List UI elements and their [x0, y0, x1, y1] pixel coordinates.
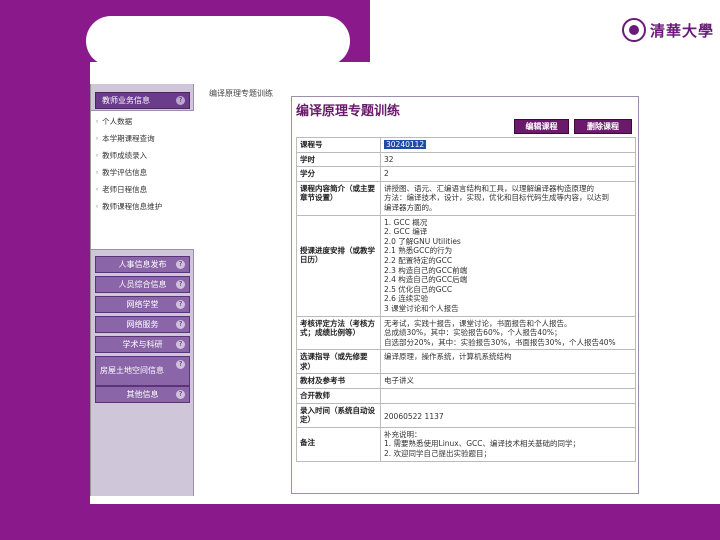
- table-row: 教材及参考书 电子讲义: [296, 373, 636, 390]
- sidebar-section-hr-news[interactable]: 人事信息发布?: [95, 256, 190, 273]
- submenu-item-teaching-evaluation[interactable]: ◦ 教学评估信息: [95, 167, 147, 178]
- help-icon[interactable]: ?: [176, 260, 185, 269]
- page-title: 编译原理专题训练: [296, 104, 401, 119]
- schedule-line: 2.4 构造自己的GCC后端: [384, 275, 468, 285]
- row-label-textbook: 教材及参考书: [296, 373, 381, 390]
- submenu-item-personal-data[interactable]: ◦ 个人数据: [95, 116, 132, 127]
- slide-left-stripe: [0, 62, 90, 504]
- hours-value: 32: [380, 151, 636, 168]
- schedule-line: 3 课堂讨论和个人报告: [384, 303, 459, 313]
- logo-text: 清華大學: [650, 21, 715, 40]
- edit-course-button[interactable]: 编辑课程: [514, 119, 569, 134]
- schedule-line: 2.0 了解GNU Utilities: [384, 236, 461, 246]
- row-label-guidance: 选课指导（或先修要求）: [296, 349, 381, 375]
- row-label-schedule: 授课进度安排（或教学日历）: [296, 214, 381, 317]
- credits-value: 2: [380, 166, 636, 182]
- course-info-table: 课程号 30240112 学时 32 学分 2 课程内容简介（或主要章节设置） …: [296, 137, 636, 462]
- schedule-line: 2.6 连续实验: [384, 294, 429, 304]
- assessment-line: 无考试，实践十报告，课堂讨论，书面报告和个人报告。: [384, 318, 572, 328]
- help-icon[interactable]: ?: [176, 390, 185, 399]
- sidebar-section-staff-info[interactable]: 人员综合信息?: [95, 276, 190, 293]
- guidance-value: 编译原理，操作系统，计算机系统结构: [380, 349, 636, 375]
- table-row: 课程内容简介（或主要章节设置） 讲授图、语元、汇编语言结构和工具，以理解编译器构…: [296, 180, 636, 216]
- sidebar-section-network-service[interactable]: 网络服务?: [95, 316, 190, 333]
- intro-line: 编译器方面的。: [384, 202, 437, 212]
- bullet-icon: ◦: [95, 203, 100, 211]
- table-row: 考核评定方法（考核方式；成绩比例等） 无考试，实践十报告，课堂讨论，书面报告和个…: [296, 315, 636, 351]
- textbook-value: 电子讲义: [380, 373, 636, 390]
- help-icon[interactable]: ?: [176, 340, 185, 349]
- sidebar-section-academic-research[interactable]: 学术与科研?: [95, 336, 190, 353]
- row-label-notes: 备注: [296, 426, 381, 462]
- row-label-offered: 合开教师: [296, 388, 381, 404]
- delete-course-button[interactable]: 删除课程: [574, 119, 632, 134]
- row-label-code: 课程号: [296, 137, 381, 153]
- course-detail-panel: 编译原理专题训练 编辑课程 删除课程 课程号 30240112 学时 32 学分…: [291, 96, 639, 494]
- table-row: 学分 2: [296, 166, 636, 182]
- row-label-assessment: 考核评定方法（考核方式；成绩比例等）: [296, 315, 381, 351]
- table-row: 学时 32: [296, 151, 636, 168]
- submenu-item-grade-entry[interactable]: ◦ 教师成绩录入: [95, 150, 147, 161]
- help-icon[interactable]: ?: [176, 320, 185, 329]
- table-row: 录入时间（系统自动设定） 20060522 1137: [296, 402, 636, 428]
- offered-value: [380, 388, 636, 404]
- table-row: 课程号 30240112: [296, 137, 636, 153]
- seal-icon: [622, 18, 646, 42]
- row-label-hours: 学时: [296, 151, 381, 168]
- bullet-icon: ◦: [95, 135, 100, 143]
- table-row: 备注 补充说明： 1. 需要熟悉使用Linux、GCC、编译技术相关基础的同学；…: [296, 426, 636, 462]
- schedule-line: 2.1 熟悉GCC的行为: [384, 246, 453, 256]
- sidebar-header-teacher-business[interactable]: 教师业务信息 ?: [95, 92, 190, 109]
- row-label-credits: 学分: [296, 166, 381, 182]
- sidebar-section-building-space[interactable]: 房屋土地空间信息?: [95, 356, 190, 386]
- assessment-line: 总成绩30%，其中：实验报告60%，个人报告40%；: [384, 328, 562, 338]
- sidebar-header-label: 教师业务信息: [102, 96, 150, 105]
- sidebar: 教师业务信息 ? ◦ 个人数据 ◦ 本学期课程查询 ◦ 教师成绩录入 ◦ 教学评估信息 …: [91, 84, 194, 496]
- entry-time-value: 20060522 1137: [380, 402, 636, 428]
- submenu-item-course-query[interactable]: ◦ 本学期课程查询: [95, 133, 155, 144]
- intro-line: 方法：编译技术，设计，实现，优化和目标代码生成等内容，以达到: [384, 193, 609, 203]
- course-code-highlight: 30240112: [384, 140, 427, 149]
- assessment-line: 自选部分20%，其中：实验报告30%，书面报告30%，个人报告40%: [384, 337, 616, 347]
- sidebar-submenu: ◦ 个人数据 ◦ 本学期课程查询 ◦ 教师成绩录入 ◦ 教学评估信息 ◦ 老师日程信息 ◦…: [91, 110, 194, 250]
- schedule-line: 2.2 配置特定的GCC: [384, 255, 453, 265]
- bullet-icon: ◦: [95, 118, 100, 126]
- schedule-line: 2.3 构造自己的GCC前端: [384, 265, 468, 275]
- tsinghua-logo: 清華大學: [622, 18, 714, 42]
- course-code-value: 30240112: [380, 137, 636, 153]
- row-label-intro: 课程内容简介（或主要章节设置）: [296, 180, 381, 216]
- schedule-line: 2. GCC 编译: [384, 227, 428, 237]
- notes-line: 补充说明：: [384, 429, 422, 439]
- bullet-icon: ◦: [95, 152, 100, 160]
- slide-bottom-band: [0, 504, 720, 540]
- notes-line: 2. 欢迎同学自己提出实验题目；: [384, 449, 492, 459]
- bullet-icon: ◦: [95, 169, 100, 177]
- help-icon[interactable]: ?: [176, 360, 185, 369]
- notes-value: 补充说明： 1. 需要熟悉使用Linux、GCC、编译技术相关基础的同学； 2.…: [380, 426, 636, 462]
- title-placeholder: [86, 16, 350, 66]
- help-icon[interactable]: ?: [176, 96, 185, 105]
- row-label-entry-time: 录入时间（系统自动设定）: [296, 402, 381, 428]
- assessment-value: 无考试，实践十报告，课堂讨论，书面报告和个人报告。 总成绩30%，其中：实验报告…: [380, 315, 636, 351]
- schedule-line: 2.5 优化自己的GCC: [384, 284, 453, 294]
- submenu-item-schedule[interactable]: ◦ 老师日程信息: [95, 184, 147, 195]
- screenshot-window: 教师业务信息 ? ◦ 个人数据 ◦ 本学期课程查询 ◦ 教师成绩录入 ◦ 教学评估信息 …: [90, 84, 710, 496]
- table-row: 授课进度安排（或教学日历） 1. GCC 概况 2. GCC 编译 2.0 了解…: [296, 214, 636, 317]
- sidebar-section-web-learning[interactable]: 网络学堂?: [95, 296, 190, 313]
- bullet-icon: ◦: [95, 186, 100, 194]
- intro-value: 讲授图、语元、汇编语言结构和工具，以理解编译器构造原理的 方法：编译技术，设计，…: [380, 180, 636, 216]
- help-icon[interactable]: ?: [176, 300, 185, 309]
- breadcrumb: 编译原理专题训练: [209, 89, 273, 98]
- table-row: 选课指导（或先修要求） 编译原理，操作系统，计算机系统结构: [296, 349, 636, 375]
- notes-line: 1. 需要熟悉使用Linux、GCC、编译技术相关基础的同学；: [384, 439, 581, 449]
- schedule-value: 1. GCC 概况 2. GCC 编译 2.0 了解GNU Utilities …: [380, 214, 636, 317]
- intro-line: 讲授图、语元、汇编语言结构和工具，以理解编译器构造原理的: [384, 183, 594, 193]
- table-row: 合开教师: [296, 388, 636, 404]
- schedule-line: 1. GCC 概况: [384, 217, 428, 227]
- submenu-item-course-maintenance[interactable]: ◦ 教师课程信息维护: [95, 201, 162, 212]
- help-icon[interactable]: ?: [176, 280, 185, 289]
- sidebar-section-other-info[interactable]: 其他信息?: [95, 386, 190, 403]
